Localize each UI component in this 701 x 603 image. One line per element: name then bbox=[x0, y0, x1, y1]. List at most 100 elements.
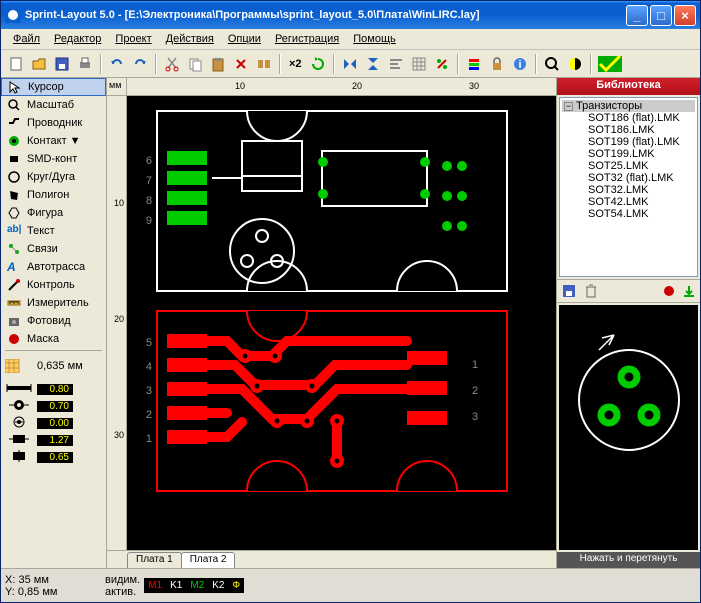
tool-circle[interactable]: Круг/Дуга bbox=[1, 168, 106, 186]
tool-track[interactable]: Проводник bbox=[1, 114, 106, 132]
align-button[interactable] bbox=[385, 53, 407, 75]
tool-autoroute[interactable]: AАвтотрасса bbox=[1, 258, 106, 276]
tree-item[interactable]: SOT32.LMK bbox=[562, 184, 695, 196]
duplicate-button[interactable] bbox=[253, 53, 275, 75]
tool-cursor[interactable]: Курсор bbox=[1, 78, 106, 96]
tool-mask[interactable]: Маска bbox=[1, 330, 106, 348]
param-smdh[interactable]: 0.65 bbox=[37, 452, 73, 463]
parameters-panel: 0,635 мм 0.80 0.70 0.00 1.27 0.65 bbox=[1, 354, 106, 470]
tree-item[interactable]: SOT186 (flat).LMK bbox=[562, 112, 695, 124]
tool-measure[interactable]: Измеритель bbox=[1, 294, 106, 312]
new-button[interactable] bbox=[5, 53, 27, 75]
tool-photoview[interactable]: Фотовид bbox=[1, 312, 106, 330]
tree-item[interactable]: SOT186.LMK bbox=[562, 124, 695, 136]
tool-smd[interactable]: SMD-конт bbox=[1, 150, 106, 168]
open-button[interactable] bbox=[28, 53, 50, 75]
close-button[interactable]: × bbox=[674, 5, 696, 26]
board-tabs: Плата 1 Плата 2 bbox=[107, 550, 556, 568]
ruler-unit: мм bbox=[107, 78, 127, 95]
param-padinner[interactable]: 0.00 bbox=[37, 418, 73, 429]
window-title: Sprint-Layout 5.0 - [Е:\Электроника\Прог… bbox=[25, 9, 626, 21]
delete-button[interactable] bbox=[230, 53, 252, 75]
tool-test[interactable]: Контроль bbox=[1, 276, 106, 294]
svg-text:7: 7 bbox=[146, 175, 152, 187]
component-preview[interactable] bbox=[559, 305, 698, 550]
vertical-ruler: 10 20 30 bbox=[107, 96, 127, 550]
copy-button[interactable] bbox=[184, 53, 206, 75]
menu-project[interactable]: Проект bbox=[109, 31, 157, 47]
zoom-button[interactable] bbox=[541, 53, 563, 75]
remove-con-button[interactable] bbox=[431, 53, 453, 75]
tool-shape[interactable]: Фигура bbox=[1, 204, 106, 222]
tool-pad[interactable]: Контакт ▼ bbox=[1, 132, 106, 150]
x2-button[interactable]: ×2 bbox=[285, 53, 306, 75]
contrast-button[interactable] bbox=[564, 53, 586, 75]
tab-board-1[interactable]: Плата 1 bbox=[127, 552, 182, 568]
svg-text:1: 1 bbox=[146, 433, 152, 445]
rotate-button[interactable] bbox=[307, 53, 329, 75]
param-trackwidth[interactable]: 0.80 bbox=[37, 384, 73, 395]
statusbar: X: 35 мм Y: 0,85 мм видим. актив. М1 K1 … bbox=[1, 568, 700, 602]
tab-board-2[interactable]: Плата 2 bbox=[181, 552, 236, 568]
menu-register[interactable]: Регистрация bbox=[269, 31, 345, 47]
library-tree[interactable]: −Транзисторы SOT186 (flat).LMK SOT186.LM… bbox=[559, 97, 698, 277]
tool-zoom[interactable]: Масштаб bbox=[1, 96, 106, 114]
lock-button[interactable] bbox=[486, 53, 508, 75]
tree-item[interactable]: SOT32 (flat).LMK bbox=[562, 172, 695, 184]
lib-save-icon[interactable] bbox=[561, 283, 577, 299]
save-button[interactable] bbox=[51, 53, 73, 75]
layer-m1[interactable]: М1 bbox=[144, 578, 166, 593]
track-width-icon bbox=[5, 382, 33, 396]
menu-edit[interactable]: Редактор bbox=[48, 31, 107, 47]
tree-item[interactable]: SOT25.LMK bbox=[562, 160, 695, 172]
tool-polygon[interactable]: Полигон bbox=[1, 186, 106, 204]
undo-button[interactable] bbox=[106, 53, 128, 75]
svg-text:2: 2 bbox=[472, 385, 478, 397]
mirror-h-button[interactable] bbox=[339, 53, 361, 75]
param-padouter[interactable]: 0.70 bbox=[37, 401, 73, 412]
layer-button[interactable] bbox=[463, 53, 485, 75]
grid-icon bbox=[5, 359, 33, 373]
pad-inner-icon bbox=[5, 416, 33, 430]
svg-text:1: 1 bbox=[472, 359, 478, 371]
menu-help[interactable]: Помощь bbox=[347, 31, 402, 47]
tree-item[interactable]: SOT199 (flat).LMK bbox=[562, 136, 695, 148]
maximize-button[interactable]: □ bbox=[650, 5, 672, 26]
print-button[interactable] bbox=[74, 53, 96, 75]
svg-text:9: 9 bbox=[146, 215, 152, 227]
menu-actions[interactable]: Действия bbox=[160, 31, 220, 47]
layer-m2[interactable]: М2 bbox=[186, 578, 208, 593]
svg-text:8: 8 bbox=[146, 195, 152, 207]
smd-width-icon bbox=[5, 433, 33, 447]
paste-button[interactable] bbox=[207, 53, 229, 75]
layer-k2[interactable]: K2 bbox=[208, 578, 228, 593]
tree-item[interactable]: SOT199.LMK bbox=[562, 148, 695, 160]
info-button[interactable]: i bbox=[509, 53, 531, 75]
minimize-button[interactable]: _ bbox=[626, 5, 648, 26]
drc-button[interactable] bbox=[596, 53, 624, 75]
svg-text:6: 6 bbox=[146, 155, 152, 167]
layer-k1[interactable]: K1 bbox=[166, 578, 186, 593]
library-panel: Библиотека −Транзисторы SOT186 (flat).LM… bbox=[556, 78, 700, 568]
mirror-v-button[interactable] bbox=[362, 53, 384, 75]
grid-value[interactable]: 0,635 мм bbox=[37, 360, 83, 372]
tool-text[interactable]: ab|Текст bbox=[1, 222, 106, 240]
menu-file[interactable]: Файл bbox=[7, 31, 46, 47]
svg-text:4: 4 bbox=[146, 361, 152, 373]
pcb-canvas[interactable]: 6 7 8 9 bbox=[127, 96, 556, 550]
horizontal-ruler: 10 20 30 bbox=[127, 78, 556, 95]
layer-f[interactable]: Ф bbox=[228, 578, 244, 593]
grid-button[interactable] bbox=[408, 53, 430, 75]
tool-connection[interactable]: Связи bbox=[1, 240, 106, 258]
tree-item[interactable]: SOT42.LMK bbox=[562, 196, 695, 208]
menu-options[interactable]: Опции bbox=[222, 31, 267, 47]
param-smdw[interactable]: 1.27 bbox=[37, 435, 73, 446]
toolbar: ×2 i bbox=[1, 50, 700, 78]
redo-button[interactable] bbox=[129, 53, 151, 75]
lib-delete-icon[interactable] bbox=[583, 283, 599, 299]
tree-root[interactable]: −Транзисторы bbox=[562, 100, 695, 112]
cut-button[interactable] bbox=[161, 53, 183, 75]
tree-item[interactable]: SOT54.LMK bbox=[562, 208, 695, 220]
lib-record-icon[interactable] bbox=[662, 284, 676, 298]
lib-import-icon[interactable] bbox=[682, 284, 696, 298]
